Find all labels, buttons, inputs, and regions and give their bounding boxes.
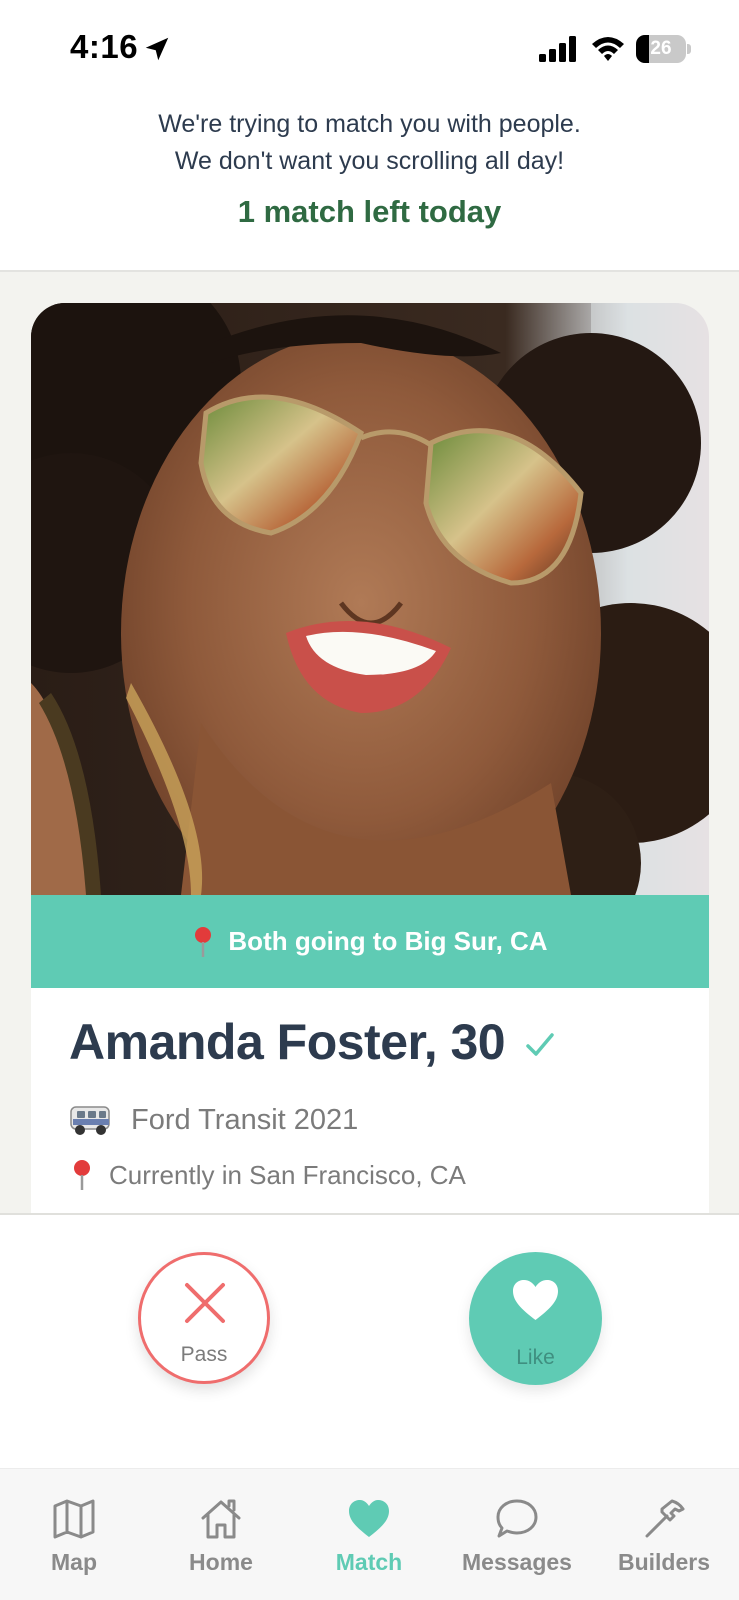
match-limit-message: We're trying to match you with people. W… xyxy=(0,106,739,230)
status-bar: 4:16 26 xyxy=(0,0,739,96)
heart-icon xyxy=(513,1280,558,1320)
tab-builders-label: Builders xyxy=(617,1549,711,1575)
signal-icon xyxy=(539,36,576,62)
profile-photo[interactable] xyxy=(31,303,709,895)
chat-bubble-icon xyxy=(496,1499,538,1538)
profile-card[interactable]: Both going to Big Sur, CA Amanda Foster,… xyxy=(31,303,709,1214)
current-location-row: Currently in San Francisco, CA xyxy=(71,1159,466,1191)
wifi-icon xyxy=(592,37,624,61)
match-screen: 4:16 26 We're trying to match you with p… xyxy=(0,0,739,1600)
map-icon xyxy=(53,1499,95,1539)
hammer-icon xyxy=(645,1499,685,1538)
vehicle-row: Ford Transit 2021 xyxy=(69,1103,358,1137)
battery-icon: 26 xyxy=(636,35,691,63)
tab-messages[interactable]: Messages xyxy=(452,1497,582,1576)
profile-name-row: Amanda Foster, 30 xyxy=(69,1013,557,1071)
battery-percent: 26 xyxy=(650,38,672,59)
heart-icon xyxy=(349,1500,389,1537)
header-line-2: We don't want you scrolling all day! xyxy=(174,147,565,175)
like-label: Like xyxy=(516,1346,555,1369)
tab-match-label: Match xyxy=(335,1549,403,1575)
van-icon xyxy=(70,1106,110,1135)
card-area: Both going to Big Sur, CA Amanda Foster,… xyxy=(0,272,739,1214)
tab-messages-label: Messages xyxy=(462,1549,572,1575)
pass-label: Pass xyxy=(180,1343,228,1366)
tab-home[interactable]: Home xyxy=(156,1497,286,1576)
like-button[interactable]: Like xyxy=(469,1252,602,1385)
tab-builders[interactable]: Builders xyxy=(599,1497,729,1576)
close-icon xyxy=(185,1283,225,1323)
current-location-text: Currently in San Francisco, CA xyxy=(109,1159,466,1190)
pushpin-icon xyxy=(195,926,212,957)
tab-match[interactable]: Match xyxy=(304,1497,434,1576)
tab-map-label: Map xyxy=(51,1549,97,1575)
profile-name-age: Amanda Foster, 30 xyxy=(69,1014,506,1070)
bottom-tab-bar: Map Home Match Messages Builders xyxy=(0,1468,739,1600)
shared-trip-banner: Both going to Big Sur, CA xyxy=(31,895,709,988)
tab-map[interactable]: Map xyxy=(9,1497,139,1576)
location-arrow-icon xyxy=(145,37,169,61)
verified-check-icon xyxy=(526,1033,554,1056)
pushpin-icon xyxy=(74,1160,90,1190)
home-icon xyxy=(201,1499,241,1539)
shared-trip-text: Both going to Big Sur, CA xyxy=(228,926,548,956)
card-divider xyxy=(0,1213,739,1215)
status-time: 4:16 xyxy=(70,28,139,65)
matches-left-count: 1 match left today xyxy=(237,194,502,229)
pass-button[interactable]: Pass xyxy=(138,1252,270,1384)
vehicle-text: Ford Transit 2021 xyxy=(131,1103,359,1136)
header-line-1: We're trying to match you with people. xyxy=(158,110,581,138)
tab-home-label: Home xyxy=(189,1549,253,1575)
